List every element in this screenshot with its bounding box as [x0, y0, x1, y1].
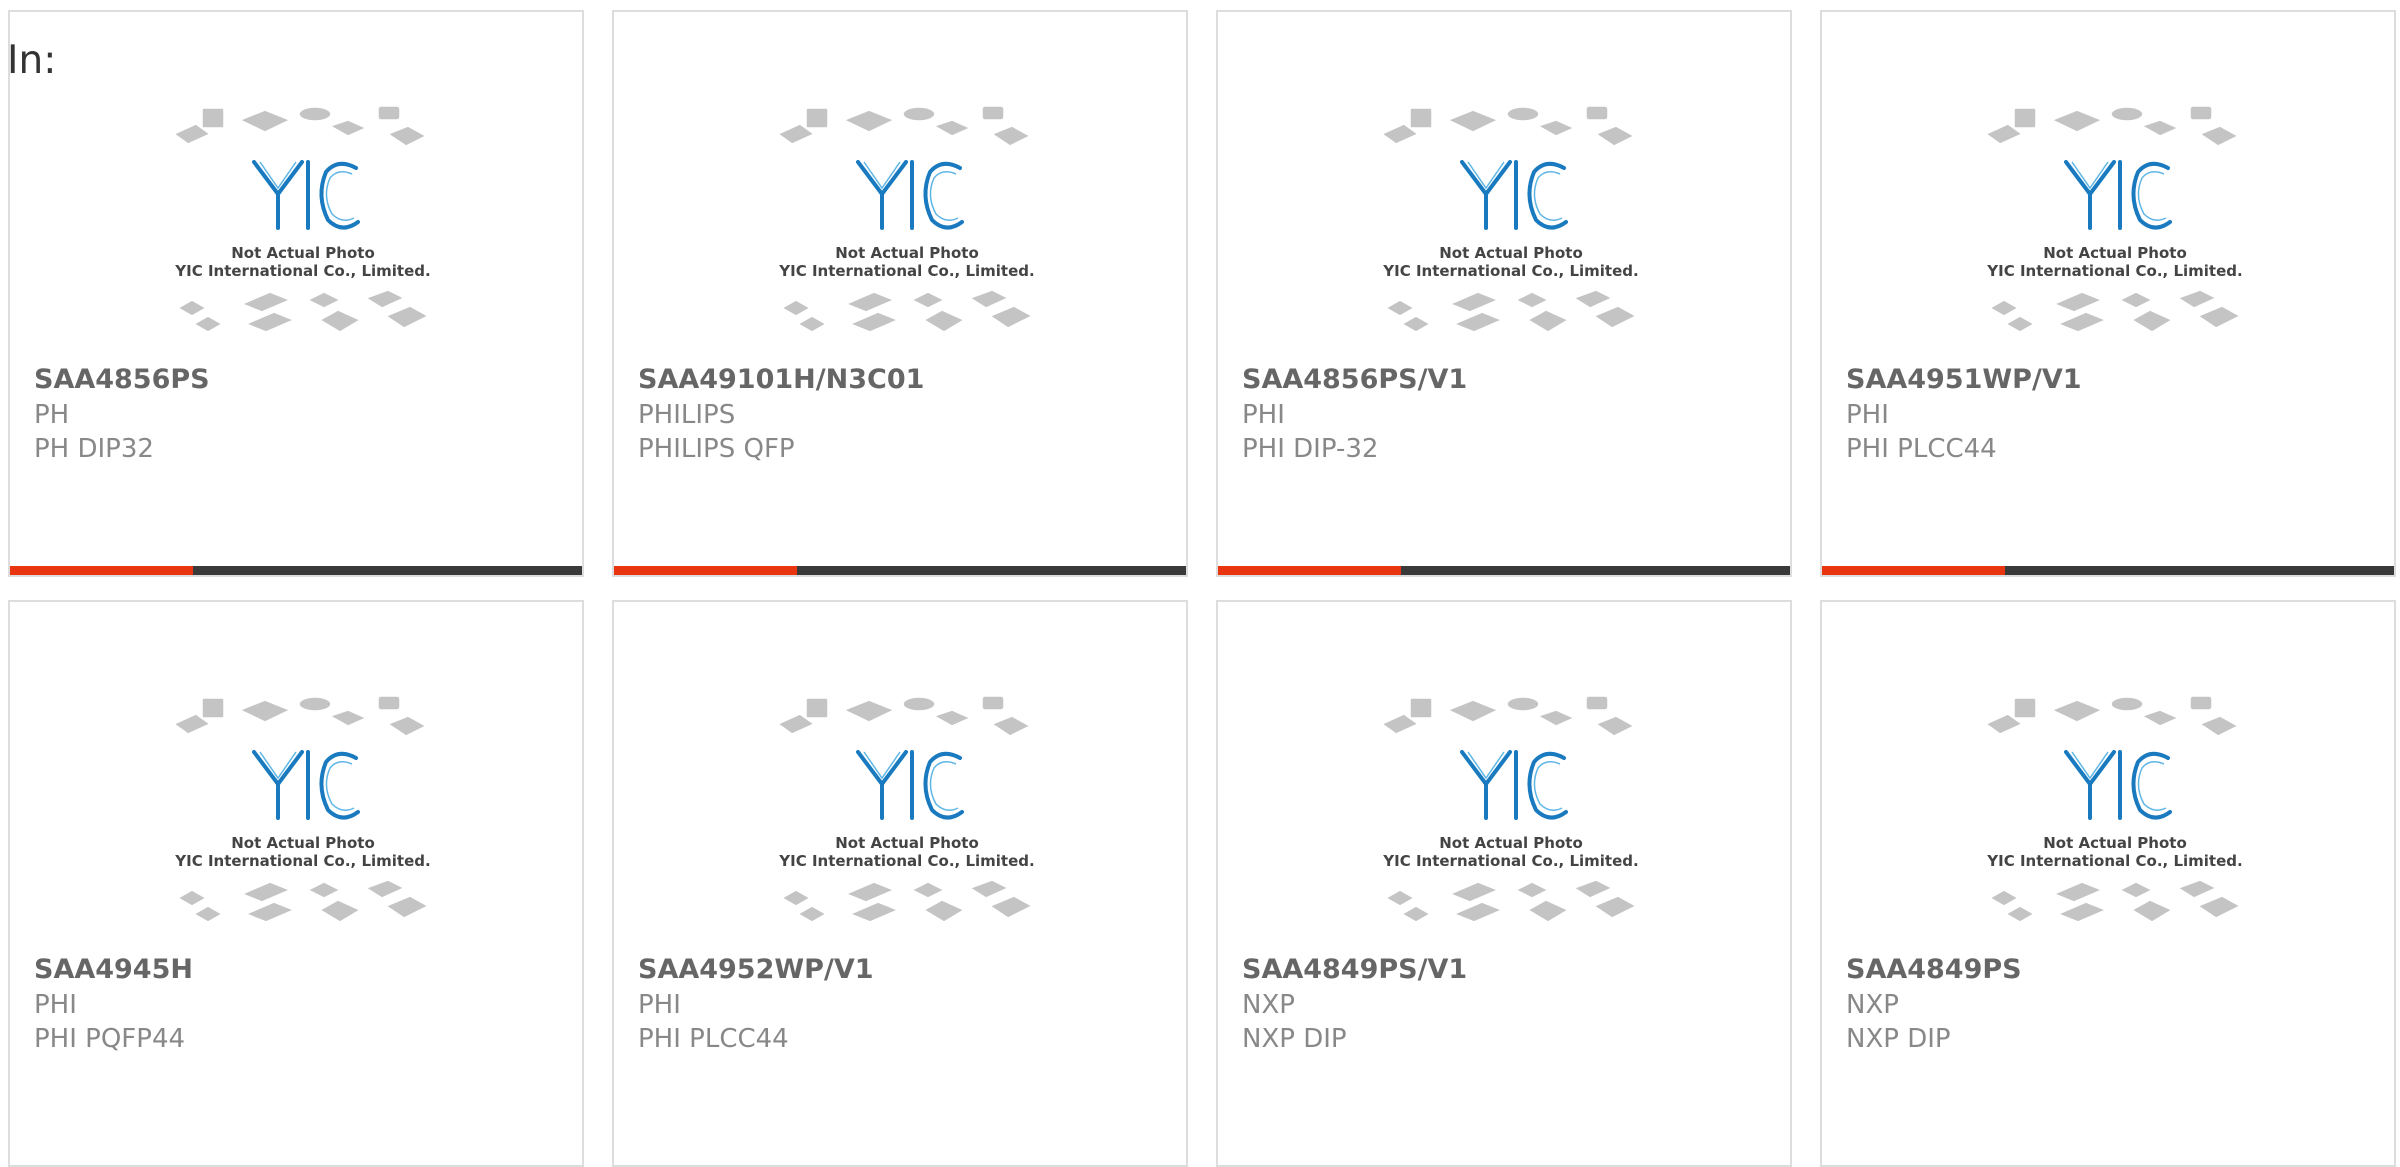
package-info: PHILIPS QFP [638, 434, 795, 464]
photo-caption-line1: Not Actual Photo [835, 834, 979, 852]
brand-name: PHI [34, 990, 77, 1020]
brand-name: NXP [1242, 990, 1295, 1020]
brand-name: PHI [1846, 400, 1889, 430]
photo-caption-line1: Not Actual Photo [1439, 834, 1583, 852]
product-photo: Not Actual Photo YIC International Co., … [170, 102, 436, 352]
product-photo: Not Actual Photo YIC International Co., … [774, 102, 1040, 352]
card-progress-bar [1218, 566, 1790, 575]
part-number[interactable]: SAA4952WP/V1 [638, 954, 874, 985]
package-info: PHI PLCC44 [638, 1024, 789, 1054]
product-card[interactable]: Not Actual Photo YIC International Co., … [1216, 600, 1792, 1167]
product-card[interactable]: Not Actual Photo YIC International Co., … [1820, 600, 2396, 1167]
card-progress-bar [614, 566, 1186, 575]
package-info: PHI DIP-32 [1242, 434, 1379, 464]
package-info: NXP DIP [1846, 1024, 1951, 1054]
product-card[interactable]: Not Actual Photo YIC International Co., … [8, 600, 584, 1167]
product-card[interactable]: Not Actual Photo YIC International Co., … [8, 10, 584, 577]
part-number[interactable]: SAA49101H/N3C01 [638, 364, 924, 395]
photo-caption-line1: Not Actual Photo [835, 244, 979, 262]
card-progress-bar [1822, 566, 2394, 575]
package-info: PHI PLCC44 [1846, 434, 1997, 464]
part-number[interactable]: SAA4856PS [34, 364, 210, 395]
photo-caption-line1: Not Actual Photo [231, 834, 375, 852]
part-number[interactable]: SAA4951WP/V1 [1846, 364, 2082, 395]
brand-name: PHILIPS [638, 400, 736, 430]
card-progress-fill [1218, 566, 1402, 575]
card-progress-fill [1822, 566, 2006, 575]
photo-caption-line1: Not Actual Photo [2043, 244, 2187, 262]
photo-caption-line2: YIC International Co., Limited. [174, 262, 430, 280]
brand-name: PHI [1242, 400, 1285, 430]
product-card[interactable]: Not Actual Photo YIC International Co., … [612, 600, 1188, 1167]
photo-caption-line2: YIC International Co., Limited. [778, 262, 1034, 280]
photo-caption-line2: YIC International Co., Limited. [778, 852, 1034, 870]
brand-name: PHI [638, 990, 681, 1020]
package-info: NXP DIP [1242, 1024, 1347, 1054]
product-photo: Not Actual Photo YIC International Co., … [1378, 102, 1644, 352]
brand-name: PH [34, 400, 70, 430]
photo-caption-line1: Not Actual Photo [1439, 244, 1583, 262]
package-info: PH DIP32 [34, 434, 154, 464]
package-info: PHI PQFP44 [34, 1024, 186, 1054]
product-card[interactable]: Not Actual Photo YIC International Co., … [1216, 10, 1792, 577]
part-number[interactable]: SAA4849PS/V1 [1242, 954, 1467, 985]
photo-caption-line2: YIC International Co., Limited. [1382, 262, 1638, 280]
product-photo: Not Actual Photo YIC International Co., … [1378, 692, 1644, 942]
photo-caption-line2: YIC International Co., Limited. [1986, 852, 2242, 870]
card-progress-fill [10, 566, 194, 575]
product-photo: Not Actual Photo YIC International Co., … [1982, 102, 2248, 352]
part-number[interactable]: SAA4856PS/V1 [1242, 364, 1467, 395]
photo-caption-line2: YIC International Co., Limited. [174, 852, 430, 870]
photo-caption-line2: YIC International Co., Limited. [1986, 262, 2242, 280]
product-card[interactable]: Not Actual Photo YIC International Co., … [1820, 10, 2396, 577]
product-photo: Not Actual Photo YIC International Co., … [170, 692, 436, 942]
card-progress-fill [614, 566, 798, 575]
card-progress-bar [10, 566, 582, 575]
filter-label: In: [7, 38, 57, 83]
part-number[interactable]: SAA4849PS [1846, 954, 2022, 985]
product-photo: Not Actual Photo YIC International Co., … [1982, 692, 2248, 942]
part-number[interactable]: SAA4945H [34, 954, 193, 985]
brand-name: NXP [1846, 990, 1899, 1020]
product-photo: Not Actual Photo YIC International Co., … [774, 692, 1040, 942]
photo-caption-line1: Not Actual Photo [231, 244, 375, 262]
product-card[interactable]: Not Actual Photo YIC International Co., … [612, 10, 1188, 577]
photo-caption-line1: Not Actual Photo [2043, 834, 2187, 852]
photo-caption-line2: YIC International Co., Limited. [1382, 852, 1638, 870]
